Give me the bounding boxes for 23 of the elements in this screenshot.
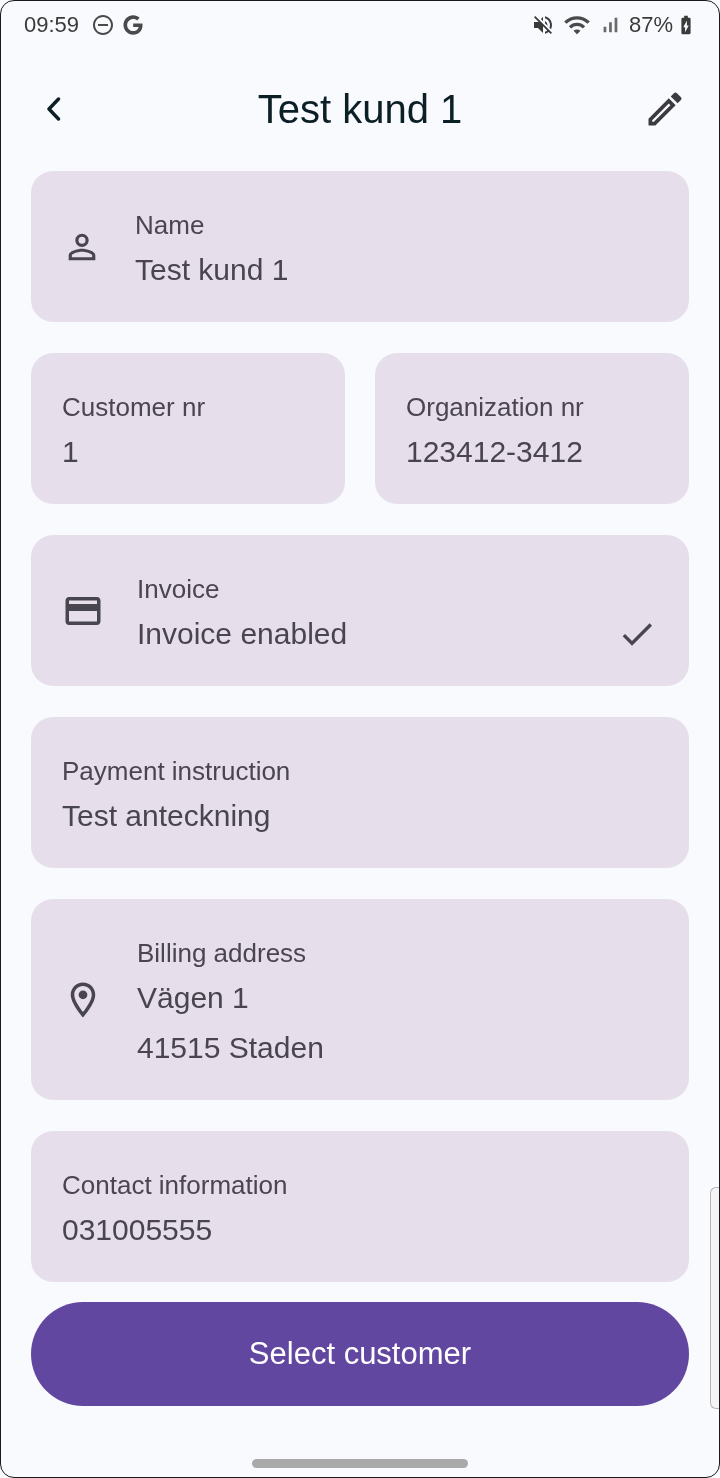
page-title: Test kund 1 xyxy=(256,86,464,133)
field-label: Organization nr xyxy=(406,391,584,423)
scrollbar-thumb[interactable] xyxy=(710,1187,719,1409)
field-value: Invoice enabled xyxy=(137,616,348,652)
field-value: 1 xyxy=(62,434,79,470)
field-label: Contact information xyxy=(62,1169,288,1201)
status-time: 09:59 xyxy=(24,12,80,38)
field-value: Test anteckning xyxy=(62,798,271,834)
field-label: Invoice xyxy=(137,573,220,605)
field-value: 41515 Staden xyxy=(137,1030,324,1066)
field-label: Billing address xyxy=(137,937,307,969)
field-value: Test kund 1 xyxy=(135,252,289,288)
select-customer-button[interactable]: Select customer xyxy=(31,1302,689,1406)
field-value: Vägen 1 xyxy=(137,980,249,1016)
back-icon[interactable] xyxy=(46,97,61,121)
g-logo-icon xyxy=(123,15,144,35)
field-label: Name xyxy=(135,209,205,241)
field-value: 123412-3412 xyxy=(406,434,583,470)
field-value: 031005555 xyxy=(62,1212,213,1248)
do-not-disturb-icon xyxy=(91,13,116,37)
field-label: Payment instruction xyxy=(62,755,291,787)
battery-percent: 87% xyxy=(628,12,673,38)
field-label: Customer nr xyxy=(62,391,206,423)
